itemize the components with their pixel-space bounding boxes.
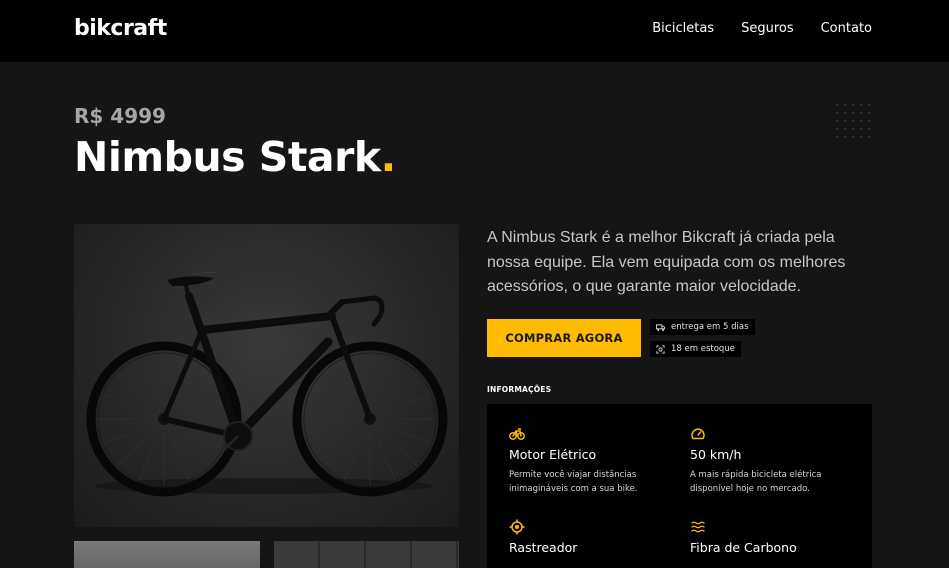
product-image[interactable] [74,224,459,527]
nav-link-contato[interactable]: Contato [821,21,872,36]
decorative-dot-grid [836,104,874,140]
product-name: Nimbus Stark [74,133,381,181]
stock-badge: 18 em estoque [650,341,741,357]
product-description: A Nimbus Stark é a melhor Bikcraft já cr… [487,229,846,295]
nav-link-bicicletas[interactable]: Bicicletas [652,21,714,36]
thumbnail-image-2[interactable] [274,541,459,568]
speedometer-icon [691,428,705,440]
logo[interactable]: bikcraft [74,16,167,41]
title-accent-dot: . [380,133,397,181]
main-nav: Bicicletas Seguros Contato [652,21,872,36]
nav-link-seguros[interactable]: Seguros [741,21,794,36]
delivery-badge: entrega em 5 dias [650,319,755,335]
delivery-icon [656,323,665,331]
info-section-label: INFORMAÇÕES [487,385,552,394]
target-icon [509,519,525,535]
site-header: bikcraft Bicicletas Seguros Contato [0,0,949,62]
feature-name: Fibra de Carbono [690,540,797,555]
info-panel: Motor Elétrico Permite você viajar distâ… [487,404,872,568]
buy-now-button[interactable]: COMPRAR AGORA [487,319,641,357]
bike-icon [509,428,525,440]
stock-icon [656,344,665,354]
delivery-text: entrega em 5 dias [671,322,749,332]
product-title: Nimbus Stark. [74,133,396,181]
product-price: R$ 4999 [74,104,166,128]
feature-name: 50 km/h [690,447,742,462]
feature-description: Permite você viajar distâncias inimaginá… [509,470,638,494]
thumbnail-image-1[interactable] [74,541,260,568]
stock-text: 18 em estoque [671,344,735,354]
feature-name: Motor Elétrico [509,447,597,462]
waves-icon [691,521,705,533]
bicycle-illustration [86,271,448,497]
feature-name: Rastreador [509,540,578,555]
feature-description: A mais rápida bicicleta elétrica disponí… [690,470,822,494]
